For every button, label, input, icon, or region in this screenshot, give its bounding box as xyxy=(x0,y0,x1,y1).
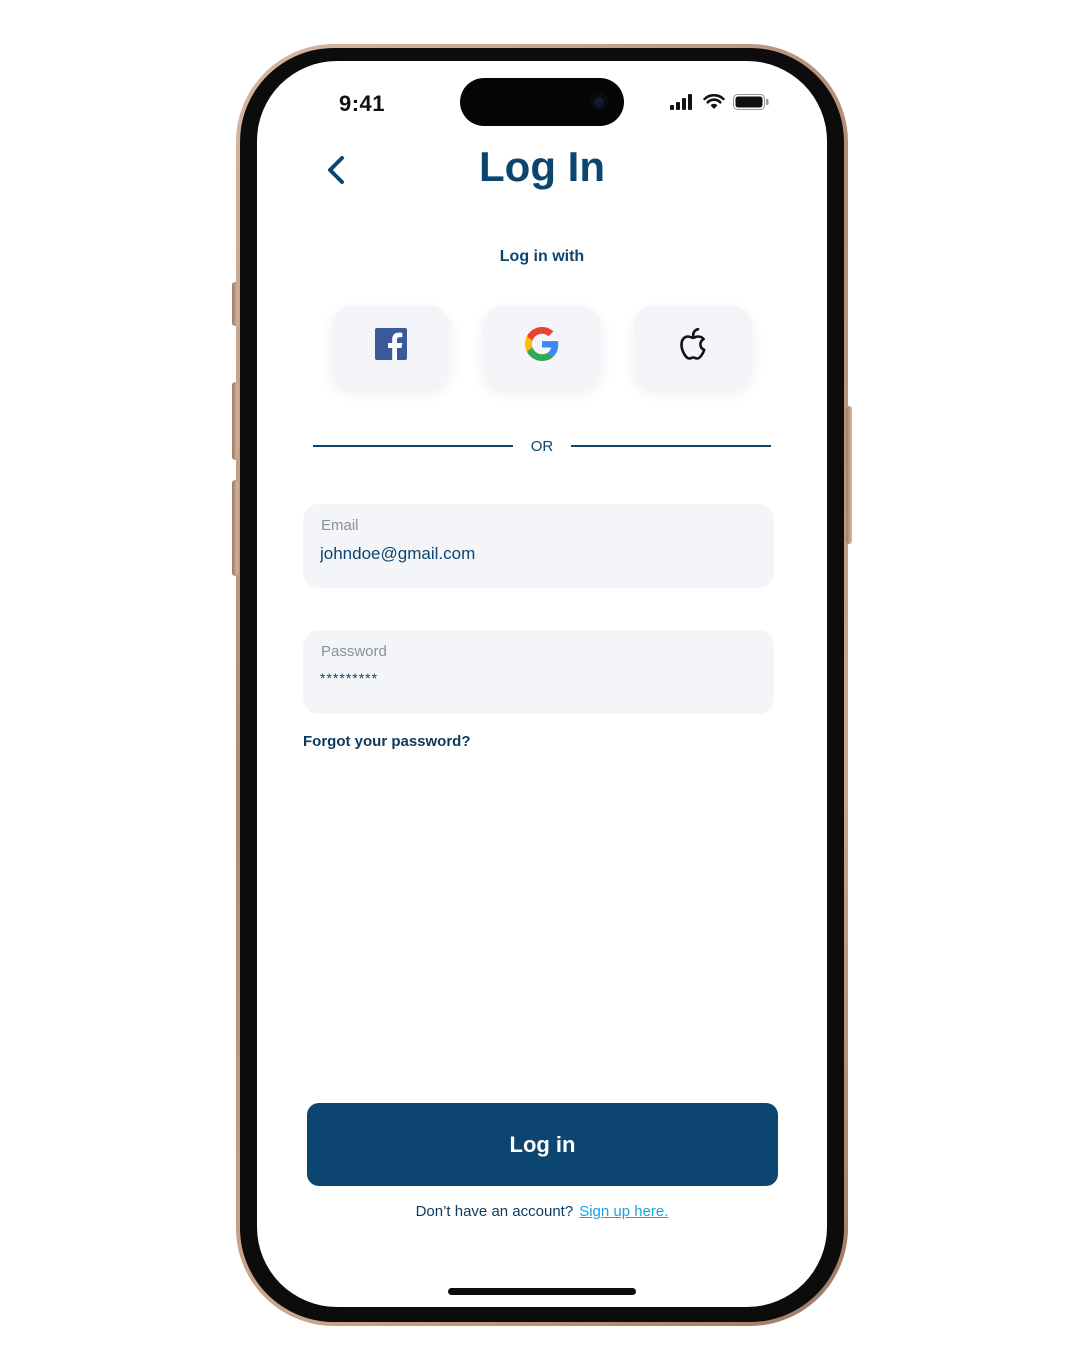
password-input[interactable] xyxy=(320,664,740,692)
email-label: Email xyxy=(321,517,359,534)
password-label: Password xyxy=(321,643,387,660)
divider-line-right xyxy=(571,445,771,447)
social-login-label: Log in with xyxy=(499,248,585,265)
email-field[interactable]: Email xyxy=(303,504,774,588)
power-button xyxy=(846,406,852,544)
signup-link[interactable]: Sign up here. xyxy=(579,1203,668,1220)
email-input[interactable] xyxy=(320,540,740,568)
phone-screen: 9:41 Log In Log in with OR Email johndoe… xyxy=(257,61,827,1307)
divider-or-text: OR xyxy=(530,438,554,455)
login-button[interactable]: Log in xyxy=(307,1103,778,1186)
front-camera xyxy=(590,93,608,111)
cellular-signal-icon xyxy=(669,94,695,115)
volume-down-button xyxy=(232,480,238,576)
google-icon xyxy=(525,326,559,366)
signup-prompt: Don’t have an account? xyxy=(415,1203,574,1220)
facebook-login-button[interactable] xyxy=(332,305,450,387)
forgot-password-link[interactable]: Forgot your password? xyxy=(303,733,471,750)
device-mockup: 9:41 Log In Log in with OR Email johndoe… xyxy=(0,0,1080,1350)
apple-icon xyxy=(677,326,709,367)
divider-line-left xyxy=(313,445,513,447)
google-login-button[interactable] xyxy=(483,305,601,387)
apple-login-button[interactable] xyxy=(634,305,752,387)
signup-row: Don’t have an account? Sign up here. xyxy=(257,1203,827,1220)
wifi-icon xyxy=(703,93,725,115)
password-field[interactable]: Password xyxy=(303,630,774,714)
dynamic-island xyxy=(460,78,624,126)
action-button xyxy=(232,282,238,326)
status-icons xyxy=(669,93,769,115)
status-time: 9:41 xyxy=(339,91,386,116)
page-title: Log In xyxy=(479,143,605,190)
home-indicator xyxy=(448,1288,636,1295)
volume-up-button xyxy=(232,382,238,460)
facebook-icon xyxy=(374,327,408,366)
battery-icon xyxy=(733,94,769,115)
